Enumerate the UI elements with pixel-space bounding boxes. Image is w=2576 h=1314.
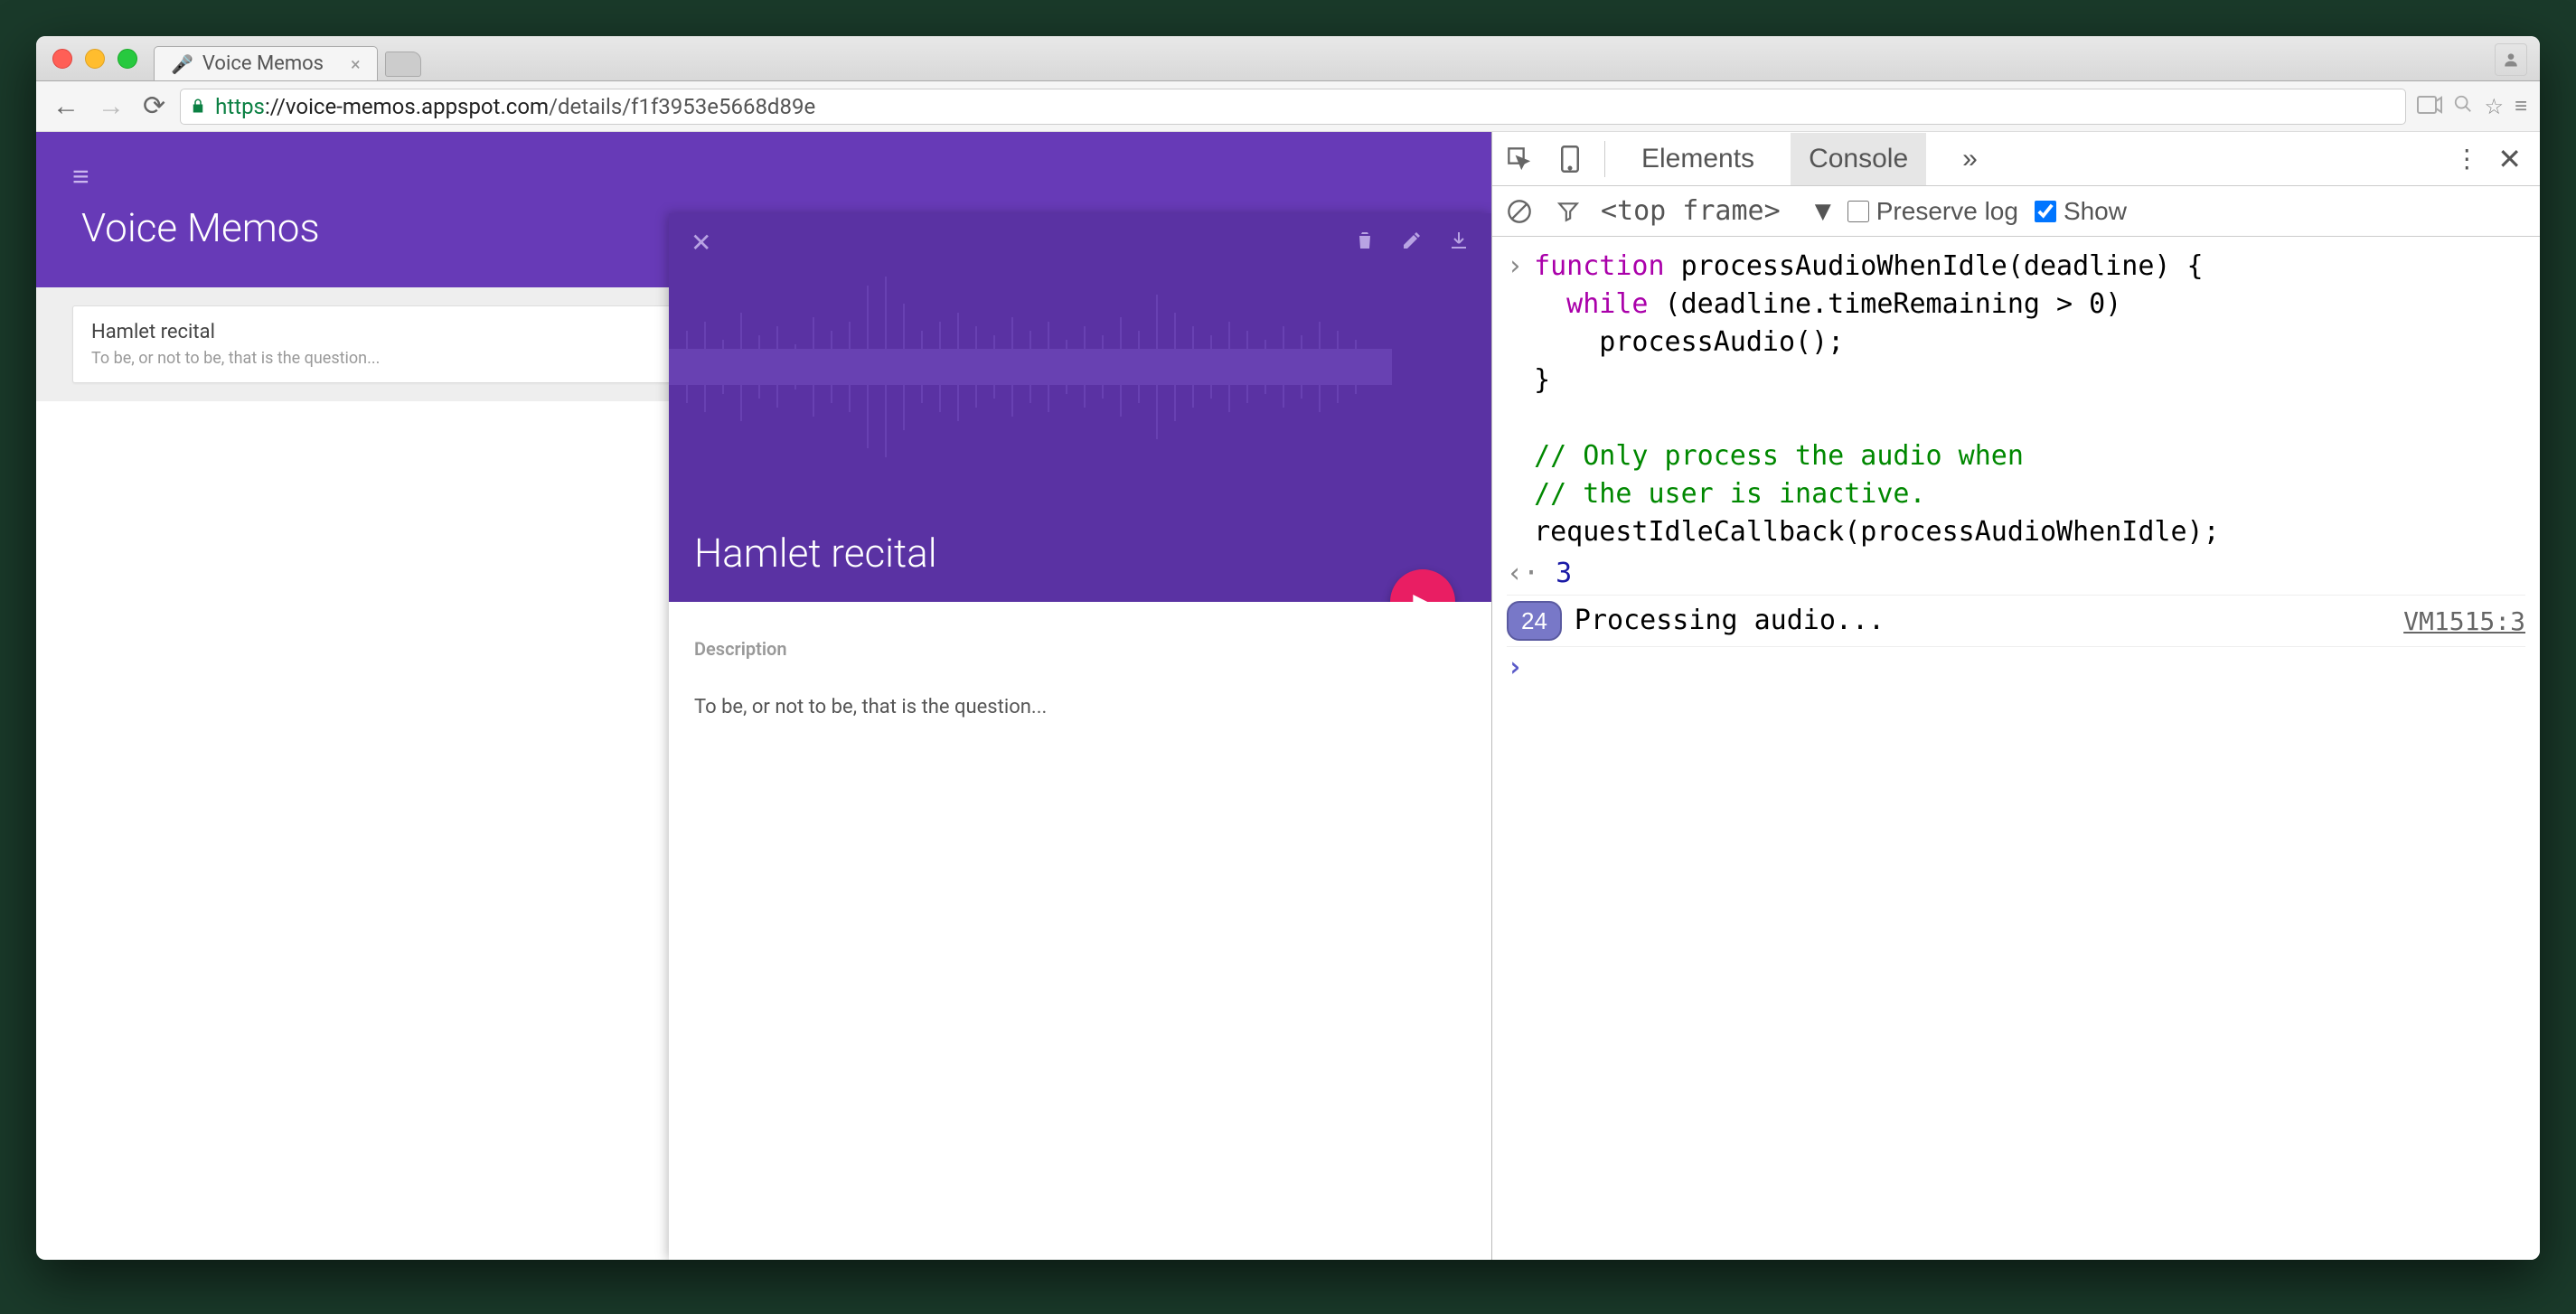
description-text: To be, or not to be, that is the questio… [694, 696, 1466, 718]
close-detail-icon[interactable]: ✕ [691, 228, 711, 258]
content-area: ≡ Voice Memos Hamlet recital To be, or n… [36, 132, 2540, 1260]
frame-selector[interactable]: <top frame> ▼ [1601, 195, 1831, 227]
forward-button[interactable]: → [94, 87, 128, 126]
log-message: Processing audio... [1575, 602, 1885, 640]
close-window-button[interactable] [52, 49, 72, 69]
waveform [669, 267, 1392, 466]
detail-header: ✕ [669, 213, 1491, 602]
browser-tab[interactable]: 🎤 Voice Memos × [154, 46, 378, 80]
hamburger-icon[interactable]: ≡ [72, 159, 89, 193]
return-arrow-icon: ‹· [1507, 555, 1545, 593]
detail-title: Hamlet recital [669, 530, 1491, 602]
close-tab-icon[interactable]: × [351, 53, 361, 75]
console-code: function processAudioWhenIdle(deadline) … [1534, 248, 2220, 551]
return-value: 3 [1556, 555, 1572, 593]
console-output[interactable]: › function processAudioWhenIdle(deadline… [1492, 237, 2540, 1260]
tab-elements[interactable]: Elements [1623, 133, 1772, 185]
url-text: https://voice-memos.appspot.com/details/… [215, 94, 815, 119]
delete-icon[interactable] [1354, 228, 1376, 258]
separator [1604, 141, 1605, 177]
reload-button[interactable]: ⟳ [139, 87, 169, 126]
bookmark-icon[interactable]: ☆ [2484, 94, 2504, 119]
devtools-panel: Elements Console » ⋮ ✕ <top frame> ▼ Pre… [1491, 132, 2540, 1260]
detail-pane: ✕ [669, 213, 1491, 1260]
app: ≡ Voice Memos Hamlet recital To be, or n… [36, 132, 1491, 1260]
lock-icon [190, 94, 206, 119]
download-icon[interactable] [1448, 228, 1470, 258]
console-toolbar: <top frame> ▼ Preserve log Show [1492, 186, 2540, 237]
profile-button[interactable] [2495, 43, 2527, 76]
filter-icon[interactable] [1552, 195, 1584, 228]
minimize-window-button[interactable] [85, 49, 105, 69]
browser-toolbar: ← → ⟳ https://voice-memos.appspot.com/de… [36, 81, 2540, 132]
log-count-badge: 24 [1507, 601, 1562, 641]
console-log-row: 24 Processing audio... VM1515:3 [1507, 595, 2525, 647]
detail-body: Description To be, or not to be, that is… [669, 602, 1491, 755]
inspect-icon[interactable] [1503, 143, 1536, 175]
devtools-close-icon[interactable]: ✕ [2497, 142, 2522, 176]
devtools-menu-icon[interactable]: ⋮ [2454, 144, 2479, 174]
new-tab-button[interactable] [385, 52, 421, 77]
address-bar[interactable]: https://voice-memos.appspot.com/details/… [180, 89, 2406, 125]
window-controls [52, 49, 137, 69]
tab-more[interactable]: » [1944, 133, 1996, 185]
console-input-prompt[interactable]: › [1507, 649, 1523, 687]
toolbar-right: ☆ ≡ [2417, 93, 2527, 119]
log-source-link[interactable]: VM1515:3 [2403, 604, 2525, 639]
back-button[interactable]: ← [49, 87, 83, 126]
browser-window: 🎤 Voice Memos × ← → ⟳ https://voice-memo… [36, 36, 2540, 1260]
zoom-window-button[interactable] [118, 49, 137, 69]
tab-console[interactable]: Console [1791, 133, 1926, 185]
zoom-icon[interactable] [2453, 94, 2473, 119]
device-icon[interactable] [1554, 143, 1586, 175]
tab-title: Voice Memos [202, 52, 324, 75]
devtools-tabs: Elements Console » ⋮ ✕ [1492, 132, 2540, 186]
menu-icon[interactable]: ≡ [2515, 93, 2527, 119]
description-label: Description [694, 638, 1466, 660]
tab-strip: 🎤 Voice Memos × [154, 36, 421, 80]
mic-icon: 🎤 [171, 53, 193, 75]
camera-icon[interactable] [2417, 94, 2442, 119]
clear-console-icon[interactable] [1503, 195, 1536, 228]
show-checkbox[interactable]: Show [2035, 197, 2127, 226]
titlebar: 🎤 Voice Memos × [36, 36, 2540, 81]
edit-icon[interactable] [1401, 228, 1423, 258]
preserve-log-checkbox[interactable]: Preserve log [1847, 197, 2018, 226]
input-prompt-icon: › [1507, 248, 1523, 286]
